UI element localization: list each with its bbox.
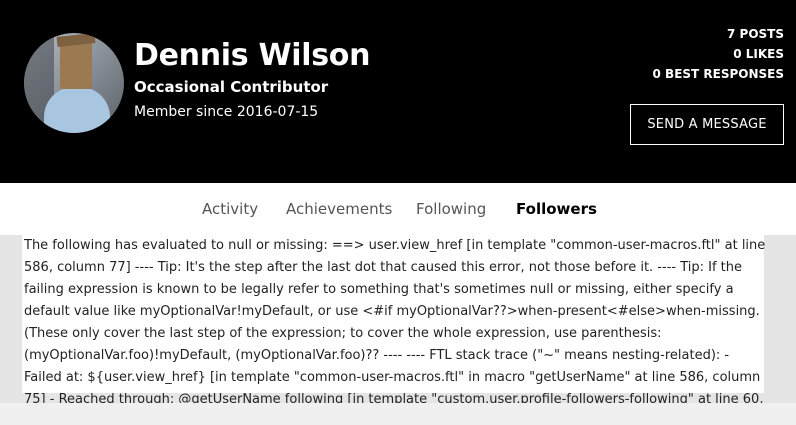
likes-count: 0 LIKES bbox=[733, 47, 784, 61]
profile-tabs: Activity Achievements Following Follower… bbox=[0, 183, 796, 235]
main-content: The following has evaluated to null or m… bbox=[0, 235, 796, 425]
profile-name: Dennis Wilson bbox=[134, 38, 371, 73]
profile-stats: 7 POSTS 0 LIKES 0 BEST RESPONSES bbox=[653, 24, 784, 84]
tab-achievements[interactable]: Achievements bbox=[286, 200, 392, 218]
error-panel: The following has evaluated to null or m… bbox=[22, 235, 765, 425]
profile-rank: Occasional Contributor bbox=[134, 78, 329, 96]
member-since: Member since 2016-07-15 bbox=[134, 104, 319, 120]
page-footer bbox=[0, 403, 796, 425]
user-avatar bbox=[24, 33, 124, 133]
send-message-button[interactable]: SEND A MESSAGE bbox=[630, 104, 784, 145]
profile-header: Dennis Wilson Occasional Contributor Mem… bbox=[0, 0, 796, 183]
tab-activity[interactable]: Activity bbox=[202, 200, 258, 218]
tab-following[interactable]: Following bbox=[416, 200, 486, 218]
posts-count: 7 POSTS bbox=[727, 27, 784, 41]
tab-followers[interactable]: Followers bbox=[516, 200, 597, 218]
error-message: The following has evaluated to null or m… bbox=[24, 238, 766, 425]
best-responses-count: 0 BEST RESPONSES bbox=[652, 67, 784, 81]
